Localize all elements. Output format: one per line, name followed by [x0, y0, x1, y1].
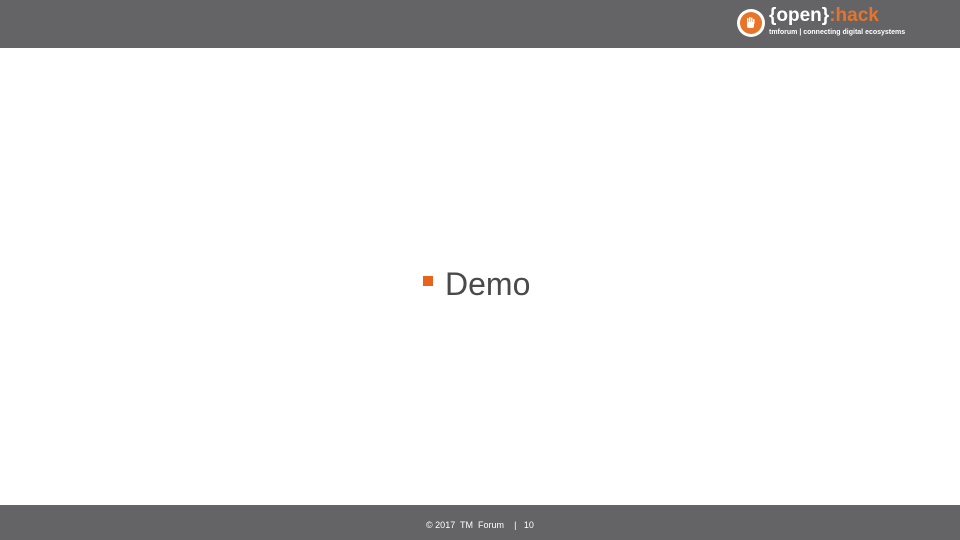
page-number: 10	[523, 520, 534, 530]
bullet-list-item: Demo	[423, 266, 530, 302]
logo-tagline: tmforum | connecting digital ecosystems	[769, 29, 906, 36]
hand-icon	[747, 17, 755, 28]
openhack-logo: {open}:hack tmforum | connecting digital…	[737, 6, 917, 41]
footer-bar: © 2017 TM Forum | 10	[0, 505, 960, 540]
square-bullet-icon	[423, 276, 433, 286]
bullet-text: Demo	[445, 266, 531, 302]
hand-badge-icon	[737, 9, 765, 37]
footer-text: © 2017 TM Forum | 10	[0, 505, 960, 540]
logo-word-open: {open}	[769, 5, 830, 26]
slide: {open}:hack tmforum | connecting digital…	[0, 0, 960, 540]
logo-word-hack: :hack	[829, 5, 879, 26]
logo-wordmark: {open}:hack	[769, 6, 879, 26]
footer-separator: |	[514, 520, 517, 530]
header-bar: {open}:hack tmforum | connecting digital…	[0, 0, 960, 48]
footer-copyright: © 2017 TM Forum	[426, 520, 505, 530]
